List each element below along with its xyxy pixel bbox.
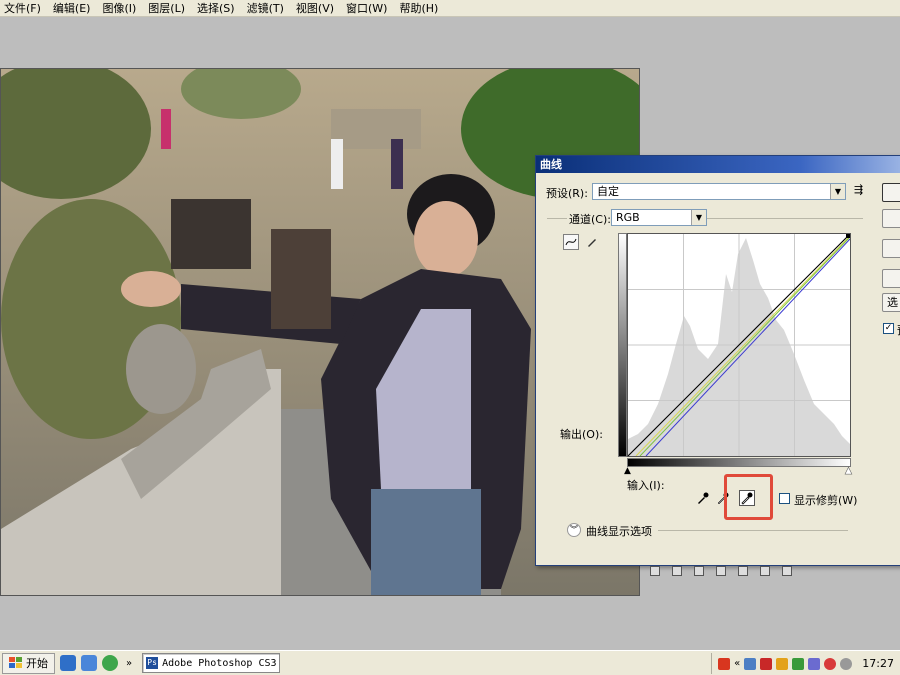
quicklaunch-overflow[interactable]: » (126, 658, 132, 669)
messenger-icon[interactable] (808, 657, 821, 670)
taskbar-photoshop-label: Adobe Photoshop CS3 (162, 657, 277, 669)
new-layer-icon[interactable] (760, 566, 770, 576)
ok-button[interactable] (882, 183, 900, 202)
taskbar: 开始 » Ps Adobe Photoshop CS3 « 17:27 (0, 650, 900, 675)
curve-graph[interactable] (627, 233, 851, 457)
curves-dialog: 曲线 预设(R): 自定 ▼ ⇶ 通道(C): RGB ▼ 输出(O): ▲ ▲… (535, 155, 900, 566)
chevron-down-icon: ▼ (830, 184, 845, 199)
windows-logo-icon (9, 657, 22, 668)
preset-select[interactable]: 自定 ▼ (592, 183, 846, 200)
layer-style-icon[interactable] (672, 566, 682, 576)
menu-layer[interactable]: 图层(L) (148, 0, 185, 16)
auto-button[interactable] (882, 269, 900, 288)
network-icon[interactable] (744, 657, 757, 670)
chevron-down-icon: ▼ (691, 210, 706, 225)
preset-value: 自定 (597, 185, 619, 198)
preset-label: 预设(R): (546, 187, 588, 200)
system-tray: « 17:27 (711, 653, 900, 674)
menu-view[interactable]: 视图(V) (296, 0, 334, 16)
layers-panel-toolbar (650, 564, 792, 578)
channel-label: 通道(C): (567, 211, 613, 227)
group-icon[interactable] (738, 566, 748, 576)
options-button[interactable]: 选 (882, 293, 900, 312)
black-slider-icon[interactable]: ▲ (624, 466, 631, 476)
cancel-button[interactable] (882, 209, 900, 228)
adjustment-layer-icon[interactable] (716, 566, 726, 576)
start-label: 开始 (26, 657, 48, 670)
browser-icon[interactable] (102, 655, 118, 671)
menu-window[interactable]: 窗口(W) (346, 0, 387, 16)
tray-expand-chevron[interactable]: « (734, 658, 740, 669)
menu-bar: 文件(F) 编辑(E) 图像(I) 图层(L) 选择(S) 滤镜(T) 视图(V… (0, 0, 900, 17)
delete-layer-icon[interactable] (782, 566, 792, 576)
photoshop-icon: Ps (146, 657, 159, 669)
menu-image[interactable]: 图像(I) (102, 0, 136, 16)
black-eyedropper-icon[interactable] (695, 490, 711, 506)
security-icon[interactable] (792, 657, 805, 670)
update-icon[interactable] (776, 657, 789, 670)
smooth-button[interactable] (882, 239, 900, 258)
layer-mask-icon[interactable] (694, 566, 704, 576)
menu-help[interactable]: 帮助(H) (399, 0, 438, 16)
channel-select[interactable]: RGB ▼ (611, 209, 707, 226)
volume-icon[interactable] (840, 657, 853, 670)
preview-checkbox[interactable]: ✓ (883, 323, 894, 334)
curve-point[interactable] (846, 233, 851, 238)
show-clipping-label: 显示修剪(W) (794, 494, 858, 507)
link-layers-icon[interactable] (650, 566, 660, 576)
antivirus-icon[interactable] (760, 657, 773, 670)
pencil-tool-icon[interactable] (584, 234, 600, 250)
clock: 17:27 (862, 657, 894, 670)
dialog-title: 曲线 (536, 156, 900, 173)
start-button[interactable]: 开始 (2, 652, 55, 674)
menu-select[interactable]: 选择(S) (197, 0, 235, 16)
expand-icon[interactable]: ︾ (567, 523, 581, 537)
preset-options-icon[interactable]: ⇶ (854, 183, 863, 196)
highlight-box (724, 474, 773, 520)
stop-icon[interactable] (824, 657, 837, 670)
internet-explorer-icon[interactable] (60, 655, 76, 671)
menu-filter[interactable]: 滤镜(T) (247, 0, 284, 16)
input-method-icon[interactable] (718, 657, 731, 670)
output-label: 输出(O): (560, 428, 603, 441)
show-clipping-checkbox[interactable] (779, 493, 790, 504)
menu-file[interactable]: 文件(F) (4, 0, 41, 16)
input-gradient-bar (627, 458, 851, 467)
menu-edit[interactable]: 编辑(E) (53, 0, 91, 16)
white-slider-icon[interactable]: ▲ (845, 466, 852, 477)
channel-value: RGB (616, 211, 640, 224)
curve-graph-svg (627, 233, 851, 457)
curve-display-options-label[interactable]: 曲线显示选项 (586, 523, 652, 539)
output-gradient-bar (618, 233, 627, 457)
curve-tool-icon[interactable] (563, 234, 579, 250)
show-desktop-icon[interactable] (81, 655, 97, 671)
input-label: 输入(I): (627, 479, 665, 492)
options-divider (658, 530, 848, 531)
taskbar-photoshop-button[interactable]: Ps Adobe Photoshop CS3 (142, 653, 281, 673)
